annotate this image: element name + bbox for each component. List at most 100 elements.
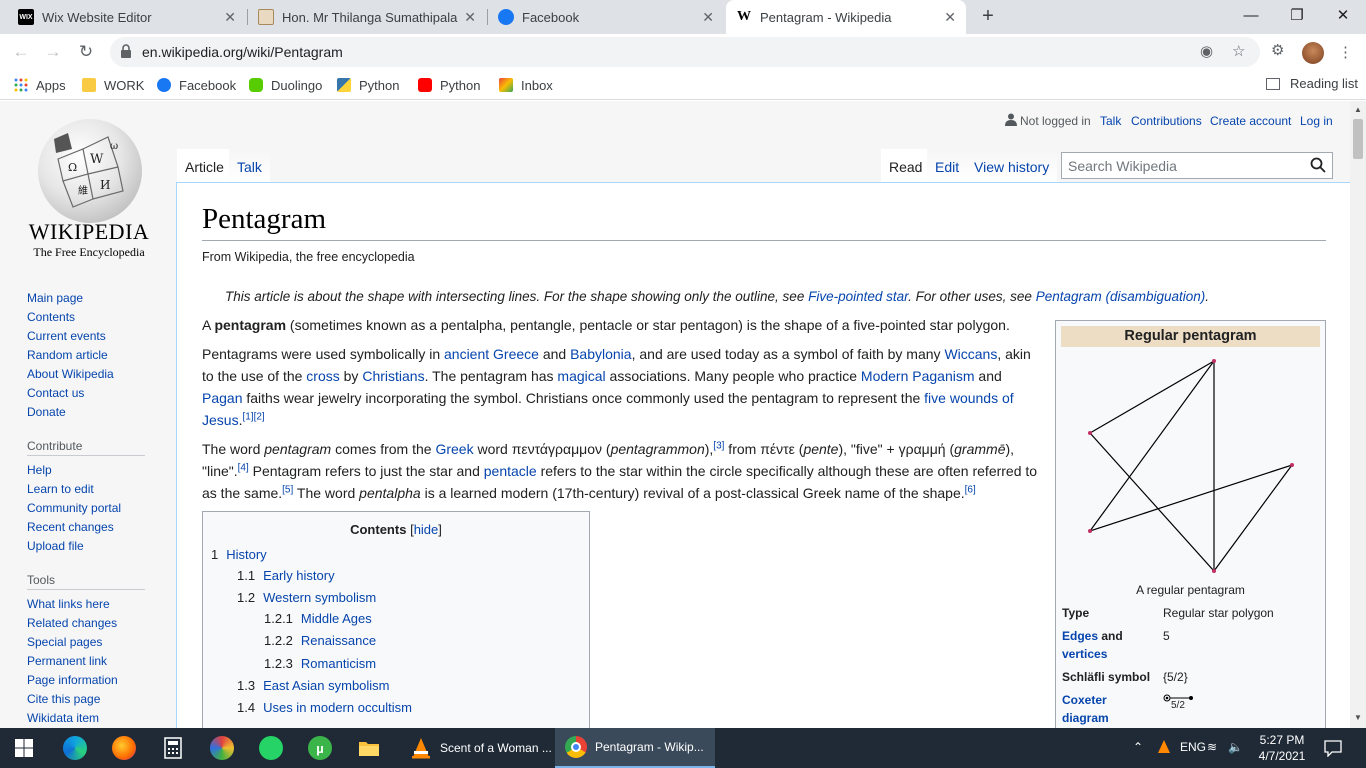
sidebar-item-wikidata[interactable]: Wikidata item [27, 709, 167, 728]
minimize-button[interactable]: — [1228, 4, 1274, 28]
reference-3[interactable]: [3] [713, 440, 724, 451]
address-bar[interactable]: en.wikipedia.org/wiki/Pentagram ◉ ☆ [110, 37, 1260, 67]
bookmark-python-youtube[interactable]: Python [418, 76, 480, 94]
sidebar-item-main-page[interactable]: Main page [27, 289, 167, 308]
vertices-link[interactable]: vertices [1062, 647, 1107, 661]
toc-hide-link[interactable]: hide [414, 522, 439, 537]
sidebar-item-learn-to-edit[interactable]: Learn to edit [27, 480, 167, 499]
sidebar-item-cite[interactable]: Cite this page [27, 690, 167, 709]
vlc-tray-icon[interactable] [1156, 739, 1172, 755]
tab-thilanga[interactable]: Hon. Mr Thilanga Sumathipala A ✕ [248, 0, 486, 34]
file-explorer-icon[interactable] [357, 736, 381, 760]
reference-1[interactable]: [1] [242, 411, 253, 422]
toc-item-east-asian-symbolism[interactable]: 1.3 East Asian symbolism [237, 678, 390, 693]
edges-link[interactable]: Edges [1062, 629, 1098, 643]
babylonia-link[interactable]: Babylonia [570, 346, 632, 362]
sidebar-item-upload-file[interactable]: Upload file [27, 537, 167, 556]
avatar[interactable] [1302, 42, 1324, 64]
calculator-icon[interactable] [161, 736, 185, 760]
tab-talk[interactable]: Talk [229, 149, 270, 183]
star-icon[interactable]: ☆ [1232, 42, 1245, 60]
back-button[interactable]: ← [9, 40, 33, 64]
tab-edit[interactable]: Edit [927, 149, 968, 183]
magical-link[interactable]: magical [557, 368, 605, 384]
create-account-link[interactable]: Create account [1210, 114, 1291, 128]
reload-button[interactable]: ↻ [74, 40, 98, 64]
tab-article[interactable]: Article [177, 149, 232, 183]
regular-star-polygon-link[interactable]: Regular star polygon [1163, 604, 1274, 622]
taskbar-app-vlc[interactable]: Scent of a Woman ... [400, 728, 552, 768]
pentacle-link[interactable]: pentacle [484, 463, 537, 479]
bookmark-python[interactable]: Python [337, 76, 399, 94]
reference-6[interactable]: [6] [965, 484, 976, 495]
cross-link[interactable]: cross [306, 368, 339, 384]
sidebar-item-special-pages[interactable]: Special pages [27, 633, 167, 652]
reference-2[interactable]: [2] [254, 411, 265, 422]
bookmark-facebook[interactable]: Facebook [157, 76, 236, 94]
tab-read[interactable]: Read [881, 149, 931, 183]
coxeter-link[interactable]: Coxeter [1062, 693, 1107, 707]
chevron-up-icon[interactable]: ⌃ [1133, 740, 1143, 754]
volume-icon[interactable]: 🔈 [1228, 740, 1243, 754]
bookmark-duolingo[interactable]: Duolingo [249, 76, 322, 94]
bookmark-inbox[interactable]: Inbox [499, 76, 553, 94]
search-input[interactable]: Search Wikipedia [1061, 152, 1333, 179]
firefox-icon[interactable] [112, 736, 136, 760]
edge-icon[interactable] [63, 736, 87, 760]
login-link[interactable]: Log in [1300, 114, 1333, 128]
schlafli-symbol-link[interactable]: Schläfli symbol [1062, 668, 1150, 686]
maximize-button[interactable]: ❐ [1274, 4, 1320, 28]
bookmark-apps[interactable]: Apps [14, 76, 66, 94]
contributions-link[interactable]: Contributions [1131, 114, 1202, 128]
tab-wikipedia[interactable]: W Pentagram - Wikipedia ✕ [726, 0, 966, 34]
windows-start-icon[interactable] [12, 736, 36, 760]
sidebar-item-current-events[interactable]: Current events [27, 327, 167, 346]
close-icon[interactable]: ✕ [224, 9, 236, 26]
toc-item-history[interactable]: 1 History [211, 547, 267, 562]
toc-item-modern-occultism[interactable]: 1.4 Uses in modern occultism [237, 700, 412, 715]
url-text[interactable]: en.wikipedia.org/wiki/Pentagram [142, 44, 343, 60]
coxeter-diagram[interactable]: 5/2 [1163, 691, 1203, 711]
notification-icon[interactable] [1324, 739, 1342, 757]
close-icon[interactable]: ✕ [944, 9, 956, 26]
sidebar-item-community-portal[interactable]: Community portal [27, 499, 167, 518]
window-close-button[interactable]: ✕ [1320, 4, 1366, 28]
tab-facebook[interactable]: Facebook ✕ [488, 0, 724, 34]
whatsapp-icon[interactable] [259, 736, 283, 760]
reading-list-button[interactable]: Reading list [1266, 76, 1358, 91]
search-icon[interactable] [1310, 157, 1326, 173]
sidebar-item-contact[interactable]: Contact us [27, 384, 167, 403]
sidebar-item-about[interactable]: About Wikipedia [27, 365, 167, 384]
new-tab-button[interactable]: + [976, 5, 1000, 29]
toc-item-middle-ages[interactable]: 1.2.1 Middle Ages [264, 611, 372, 626]
bookmark-work[interactable]: WORK [82, 76, 144, 94]
close-icon[interactable]: ✕ [702, 9, 714, 26]
wikipedia-logo[interactable]: W Ω И 維 ω WIKIPEDIA The Free Encyclopedi… [22, 115, 156, 260]
five-pointed-star-link[interactable]: Five-pointed star [808, 289, 908, 304]
reference-5[interactable]: [5] [282, 484, 293, 495]
sidebar-item-recent-changes[interactable]: Recent changes [27, 518, 167, 537]
christians-link[interactable]: Christians [362, 368, 424, 384]
sidebar-item-help[interactable]: Help [27, 461, 167, 480]
disambiguation-link[interactable]: Pentagram (disambiguation) [1036, 289, 1206, 304]
scrollbar-thumb[interactable] [1353, 119, 1363, 159]
utorrent-icon[interactable]: µ [308, 736, 332, 760]
tab-view-history[interactable]: View history [966, 149, 1058, 183]
close-icon[interactable]: ✕ [464, 9, 476, 26]
sidebar-item-related-changes[interactable]: Related changes [27, 614, 167, 633]
wiccans-link[interactable]: Wiccans [944, 346, 997, 362]
forward-button[interactable]: → [41, 40, 65, 64]
ancient-greece-link[interactable]: ancient Greece [444, 346, 539, 362]
pagan-link[interactable]: Pagan [202, 390, 242, 406]
modern-paganism-link[interactable]: Modern Paganism [861, 368, 975, 384]
paint-icon[interactable] [210, 736, 234, 760]
menu-icon[interactable]: ⋮ [1338, 43, 1353, 61]
sidebar-item-contents[interactable]: Contents [27, 308, 167, 327]
wifi-icon[interactable]: ≋ [1207, 740, 1217, 754]
diagram-link[interactable]: diagram [1062, 711, 1109, 725]
sidebar-item-donate[interactable]: Donate [27, 403, 167, 422]
taskbar-app-chrome[interactable]: Pentagram - Wikip... [555, 728, 715, 768]
ime-indicator[interactable]: ENG [1180, 740, 1206, 754]
scroll-up-icon[interactable]: ▲ [1354, 105, 1362, 114]
talk-link[interactable]: Talk [1100, 114, 1121, 128]
